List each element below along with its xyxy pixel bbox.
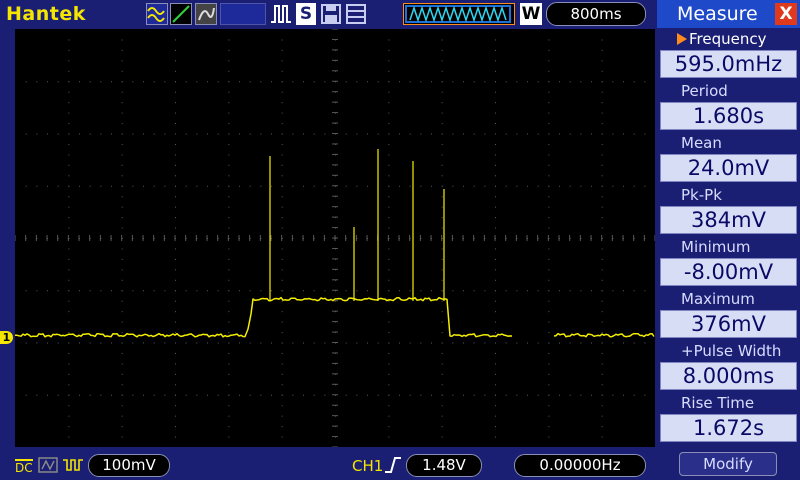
save-disk-icon[interactable] [320, 3, 342, 25]
close-button[interactable]: X [775, 3, 797, 25]
ramp-icon[interactable] [170, 3, 192, 25]
measure-panel-header: Measure X [657, 0, 800, 28]
persistence-icon[interactable] [195, 3, 217, 25]
coupling-label: DC [15, 459, 33, 475]
measure-title: Measure [677, 3, 758, 25]
measure-label-pulse-width[interactable]: +Pulse Width [657, 340, 800, 362]
measure-value-pk-pk: 384mV [660, 206, 797, 234]
memory-depth-indicator[interactable] [403, 3, 515, 25]
measure-label-frequency[interactable]: Frequency [657, 28, 800, 50]
measure-label-minimum[interactable]: Minimum [657, 236, 800, 258]
waveform-icon[interactable] [146, 3, 168, 25]
measure-label-maximum[interactable]: Maximum [657, 288, 800, 310]
pulse-icon[interactable] [270, 3, 292, 25]
selected-arrow-icon [677, 33, 687, 45]
brand-logo: Hantek [6, 3, 86, 25]
trigger-source-label: CH1 [352, 457, 384, 475]
measure-panel: Measure X Frequency 595.0mHz Period 1.680s M… [657, 0, 800, 480]
measure-value-frequency: 595.0mHz [660, 50, 797, 78]
measure-label-text: Mean [681, 134, 722, 152]
measure-value-mean: 24.0mV [660, 154, 797, 182]
measure-value-pulse-width: 8.000ms [660, 362, 797, 390]
waveform-display[interactable] [14, 28, 656, 448]
measure-label-text: Frequency [689, 30, 767, 48]
measure-value-minimum: -8.00mV [660, 258, 797, 286]
trigger-level-display[interactable]: 1.48V [406, 454, 482, 477]
measure-label-rise-time[interactable]: Rise Time [657, 392, 800, 414]
ch1-trace [14, 296, 655, 338]
grid-layout-icon[interactable] [345, 3, 367, 25]
measure-label-text: Rise Time [681, 394, 755, 412]
measure-label-mean[interactable]: Mean [657, 132, 800, 154]
frequency-counter-display[interactable]: 0.00000Hz [514, 454, 646, 477]
measure-label-text: +Pulse Width [681, 342, 782, 360]
top-status-bar: Hantek S W 800ms [0, 0, 656, 28]
rising-edge-icon [384, 456, 402, 474]
run-state-badge[interactable]: S [296, 3, 316, 25]
measure-label-pk-pk[interactable]: Pk-Pk [657, 184, 800, 206]
ch1-scale-display[interactable]: 100mV [88, 454, 170, 477]
measure-value-rise-time: 1.672s [660, 414, 797, 442]
invert-icon [62, 457, 84, 473]
measure-value-maximum: 376mV [660, 310, 797, 338]
measure-label-text: Maximum [681, 290, 755, 308]
measure-value-period: 1.680s [660, 102, 797, 130]
waveform-graticule [14, 28, 656, 448]
modify-button[interactable]: Modify [679, 452, 777, 476]
ch1-marker[interactable]: 1 [0, 331, 13, 344]
bandwidth-limit-icon [38, 457, 58, 473]
measure-label-text: Period [681, 82, 728, 100]
blank-status-box [220, 3, 266, 25]
measure-label-text: Minimum [681, 238, 751, 256]
timebase-display[interactable]: 800ms [546, 2, 646, 26]
bottom-status-bar: DC 100mV CH1 1.48V 0.00000Hz [0, 450, 656, 480]
trigger-mode-badge[interactable]: W [520, 3, 542, 25]
measure-label-period[interactable]: Period [657, 80, 800, 102]
measure-label-text: Pk-Pk [681, 186, 722, 204]
